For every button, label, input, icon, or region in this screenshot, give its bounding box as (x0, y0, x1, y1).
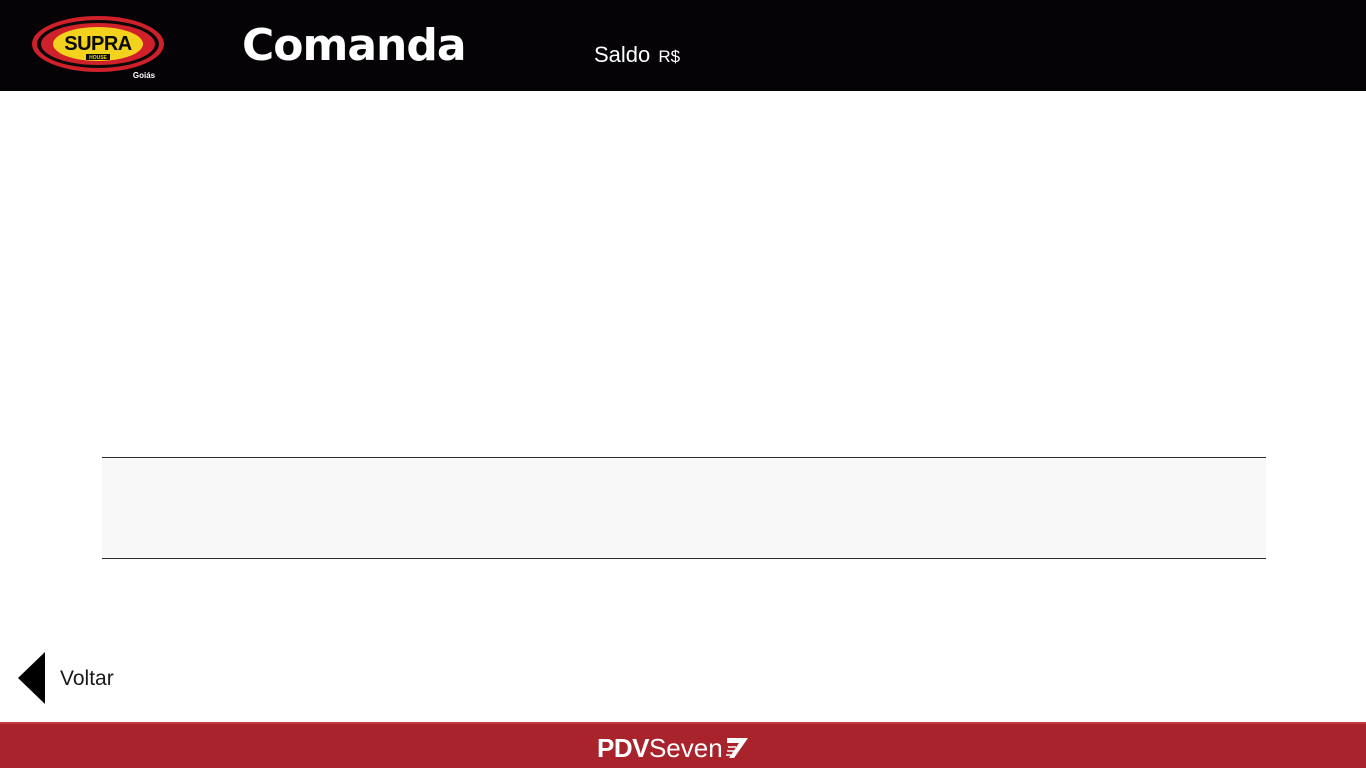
footer-brand-seven: Seven (648, 733, 723, 763)
logo-sub-text: HOUSE (89, 55, 107, 61)
header-bar: SUPRA HOUSE Goiás Comanda Saldo R$ (0, 0, 1366, 91)
footer-brand-pdv: PDV (597, 733, 649, 763)
info-band (102, 457, 1266, 559)
seven-stripes-icon (725, 737, 749, 759)
logo-graphic: SUPRA HOUSE Goiás (32, 16, 164, 80)
logo-region-text: Goiás (133, 71, 156, 80)
footer-brand: PDVSeven (597, 735, 749, 761)
supra-house-logo: SUPRA HOUSE Goiás (30, 14, 170, 82)
balance-label: Saldo (594, 42, 651, 67)
page-title: Comanda (242, 20, 467, 71)
balance-currency: R$ (658, 47, 681, 66)
back-button[interactable]: Voltar (16, 650, 136, 706)
balance-display: Saldo R$ (594, 41, 680, 71)
logo-brand-text: SUPRA (64, 33, 132, 55)
back-label: Voltar (60, 667, 114, 690)
triangle-left-icon (16, 650, 48, 706)
footer-bar: PDVSeven (0, 722, 1366, 768)
